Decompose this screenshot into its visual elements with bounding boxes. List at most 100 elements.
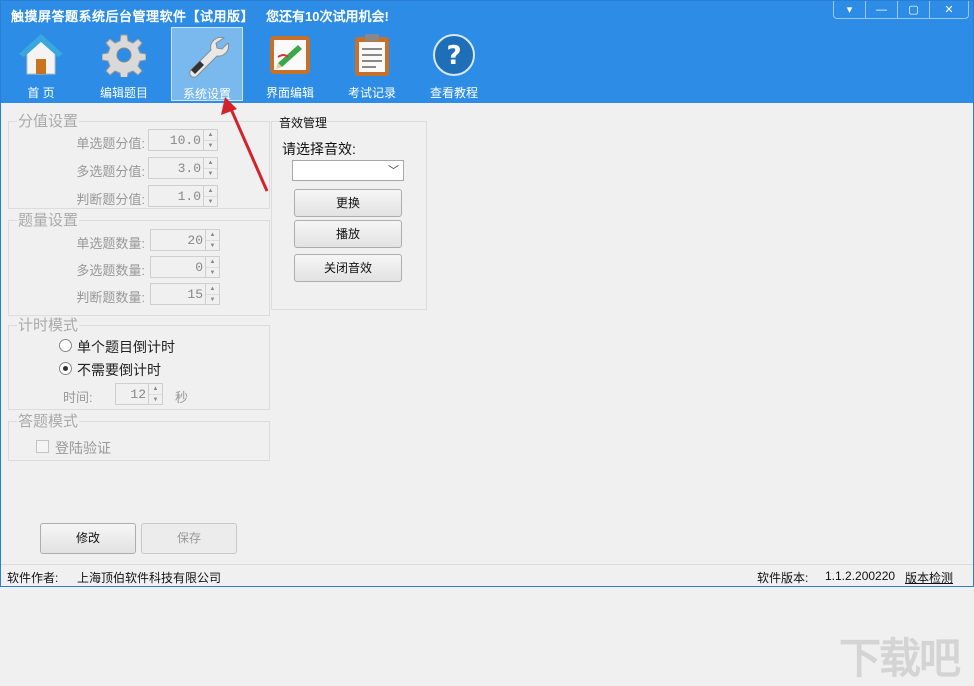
answer-mode-group: 答题模式 登陆验证 xyxy=(8,414,270,461)
login-verify-checkbox[interactable] xyxy=(36,440,49,453)
radio-no-countdown[interactable] xyxy=(59,362,72,375)
spin-down-icon: ▼ xyxy=(206,240,219,250)
time-value: 12 xyxy=(130,387,146,402)
spin-up-icon: ▲ xyxy=(209,232,216,238)
spin-up-icon: ▲ xyxy=(209,286,216,292)
judge-count-spinner: 15 ▲ ▼ xyxy=(150,283,220,305)
score-settings-group: 分值设置 单选题分值: 10.0 ▲ ▼ 多选题分值: 3.0 ▲ ▼ 判断题分值:… xyxy=(8,114,270,209)
toolbar-system-settings[interactable]: 系统设置 xyxy=(171,27,243,101)
multi-score-value: 3.0 xyxy=(177,161,201,176)
login-verify-label: 登陆验证 xyxy=(55,440,111,456)
timer-mode-title: 计时模式 xyxy=(17,317,80,334)
toolbar-label: 考试记录 xyxy=(347,86,396,100)
single-score-value: 10.0 xyxy=(169,133,201,148)
radio-single-countdown[interactable] xyxy=(59,339,72,352)
spin-down-icon: ▼ xyxy=(206,294,219,304)
spin-up-icon: ▲ xyxy=(207,132,214,138)
chevron-down-icon: ▾ xyxy=(846,4,853,16)
score-settings-title: 分值设置 xyxy=(17,113,80,130)
time-unit: 秒 xyxy=(175,390,189,405)
spinner-arrows: ▲ ▼ xyxy=(205,284,219,304)
spin-up-icon: ▲ xyxy=(209,259,216,265)
pencil-board-icon xyxy=(270,36,310,74)
timer-mode-group: 计时模式 单个题目倒计时 不需要倒计时 时间: 12 ▲ ▼ 秒 xyxy=(8,318,270,410)
spin-down-icon: ▼ xyxy=(204,168,217,178)
dropdown-button[interactable]: ▾ xyxy=(834,1,866,18)
status-bar: 软件作者: 上海顶伯软件科技有限公司 软件版本: 1.1.2.200220 版本… xyxy=(1,564,973,586)
app-title: 触摸屏答题系统后台管理软件【试用版】 xyxy=(11,9,255,24)
spin-up-icon: ▲ xyxy=(207,160,214,166)
single-count-label: 单选题数量: xyxy=(76,236,145,251)
author-name: 上海顶伯软件科技有限公司 xyxy=(77,571,222,585)
multi-score-label: 多选题分值: xyxy=(76,164,145,179)
judge-count-label: 判断题数量: xyxy=(76,290,145,305)
gear-icon xyxy=(102,34,146,77)
close-sound-button[interactable]: 关闭音效 xyxy=(294,254,402,282)
multi-count-value: 0 xyxy=(195,260,203,275)
play-sound-button[interactable]: 播放 xyxy=(294,220,402,248)
sound-title: 音效管理 xyxy=(279,114,328,131)
close-icon: ✕ xyxy=(944,4,954,16)
time-spinner: 12 ▲ ▼ xyxy=(115,383,163,405)
sound-select[interactable]: ﹀ xyxy=(292,160,404,181)
spinner-arrows: ▲ ▼ xyxy=(205,257,219,277)
svg-text:?: ? xyxy=(446,41,461,71)
single-count-value: 20 xyxy=(187,233,203,248)
check-version-link[interactable]: 版本检测 xyxy=(905,569,953,586)
toolbar-label: 界面编辑 xyxy=(265,86,314,100)
multi-score-spinner: 3.0 ▲ ▼ xyxy=(148,157,218,179)
time-label: 时间: xyxy=(63,390,93,405)
toolbar-home[interactable]: 首 页 xyxy=(5,27,77,101)
single-count-spinner: 20 ▲ ▼ xyxy=(150,229,220,251)
toolbar-edit-questions[interactable]: 编辑题目 xyxy=(88,27,160,101)
count-settings-title: 题量设置 xyxy=(17,212,80,229)
toolbar-ui-editor[interactable]: 界面编辑 xyxy=(254,27,326,101)
multi-count-label: 多选题数量: xyxy=(76,263,145,278)
single-score-spinner: 10.0 ▲ ▼ xyxy=(148,129,218,151)
minimize-icon: — xyxy=(876,3,887,16)
maximize-button[interactable]: ▢ xyxy=(898,1,930,18)
window-controls: ▾ — ▢ ✕ xyxy=(833,1,969,19)
modify-button[interactable]: 修改 xyxy=(40,523,136,554)
toolbar-tutorial[interactable]: ? 查看教程 xyxy=(418,27,490,101)
author-label: 软件作者: xyxy=(7,571,59,585)
judge-score-value: 1.0 xyxy=(177,189,201,204)
chevron-down-icon: ﹀ xyxy=(388,165,399,177)
clipboard-icon xyxy=(355,34,389,76)
judge-count-value: 15 xyxy=(187,287,203,302)
spinner-arrows: ▲ ▼ xyxy=(203,158,217,178)
spinner-arrows: ▲ ▼ xyxy=(205,230,219,250)
spinner-arrows: ▲ ▼ xyxy=(148,384,162,404)
title-bar: 触摸屏答题系统后台管理软件【试用版】 您还有10次试用机会! ▾ — ▢ ✕ xyxy=(1,1,973,25)
spin-down-icon: ▼ xyxy=(206,267,219,277)
watermark-logo: 下载吧 xyxy=(839,635,961,682)
spin-down-icon: ▼ xyxy=(204,140,217,150)
save-button[interactable]: 保存 xyxy=(141,523,237,554)
minimize-button[interactable]: — xyxy=(866,1,898,18)
spin-up-icon: ▲ xyxy=(152,386,159,392)
single-score-label: 单选题分值: xyxy=(76,136,145,151)
spinner-arrows: ▲ ▼ xyxy=(203,130,217,150)
close-button[interactable]: ✕ xyxy=(930,1,968,18)
version-value: 1.1.2.200220 xyxy=(825,569,896,583)
toolbar-label: 系统设置 xyxy=(182,87,231,101)
version-label: 软件版本: xyxy=(757,571,809,585)
count-settings-group: 题量设置 单选题数量: 20 ▲ ▼ 多选题数量: 0 ▲ ▼ 判断题数量: 15 … xyxy=(8,213,270,316)
no-countdown-label: 不需要倒计时 xyxy=(77,362,161,378)
home-icon xyxy=(19,34,63,75)
spin-down-icon: ▼ xyxy=(204,196,217,206)
spinner-arrows: ▲ ▼ xyxy=(203,186,217,206)
sound-prompt: 请选择音效: xyxy=(282,141,356,157)
toolbar: 首 页 编辑题目 系统设置 界面编辑 考试记录 ? 查看教程 xyxy=(1,25,973,103)
trial-message: 您还有10次试用机会! xyxy=(266,9,389,24)
toolbar-label: 编辑题目 xyxy=(99,86,148,100)
maximize-icon: ▢ xyxy=(908,4,919,16)
toolbar-label: 首 页 xyxy=(27,86,55,100)
answer-mode-title: 答题模式 xyxy=(17,413,80,430)
sound-group: 音效管理 请选择音效: ﹀ 更换 播放 关闭音效 xyxy=(271,114,427,310)
help-icon: ? xyxy=(433,34,475,76)
wrench-icon xyxy=(189,36,229,78)
settings-panel: 分值设置 单选题分值: 10.0 ▲ ▼ 多选题分值: 3.0 ▲ ▼ 判断题分值:… xyxy=(1,103,973,682)
toolbar-exam-records[interactable]: 考试记录 xyxy=(336,27,408,101)
replace-sound-button[interactable]: 更换 xyxy=(294,189,402,217)
